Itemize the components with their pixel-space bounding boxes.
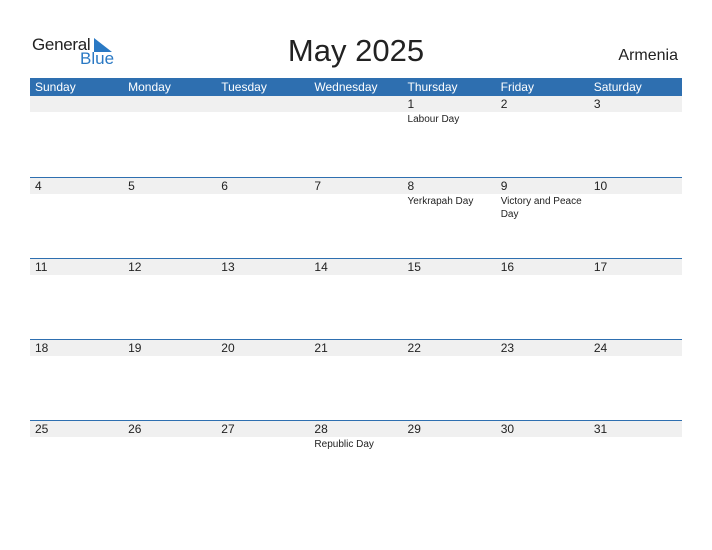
day-number: 30 [500,422,515,436]
day-cell: 25 [30,421,123,501]
day-cell: 17 [589,259,682,339]
day-cell: 28 Republic Day [309,421,402,501]
week-row: 25 26 27 28 Republic Day 29 30 31 [30,420,682,502]
country-label: Armenia [618,47,678,64]
day-number: 5 [128,179,135,193]
day-number: 14 [314,260,328,274]
day-number: 10 [593,179,608,193]
day-cell: 5 [123,178,216,258]
day-cell: 13 [216,259,309,339]
day-cell [309,96,402,176]
day-cell [30,96,123,176]
day-number: 20 [221,341,235,355]
day-number: 27 [221,422,235,436]
day-cell: 2 [496,96,589,176]
day-cell: 27 [216,421,309,501]
day-cell: 30 [496,421,589,501]
day-number: 12 [128,260,142,274]
day-cell: 6 [216,178,309,258]
day-number: 16 [500,260,515,274]
day-cell: 15 [403,259,496,339]
day-cell: 12 [123,259,216,339]
day-number: 29 [407,422,421,436]
day-cell: 29 [403,421,496,501]
calendar-title: May 2025 [287,33,425,68]
week-row: 4 5 6 7 8 Yerkrapah Day 9 Victory and Peace Day… [30,177,682,259]
holiday-label: Victory and Peace Day [500,196,582,220]
day-cell: 26 [123,421,216,501]
day-cell: 8 Yerkrapah Day [403,178,496,258]
day-number: 9 [500,179,508,193]
day-number: 22 [407,341,421,355]
day-cell: 20 [216,340,309,420]
day-cell: 14 [309,259,402,339]
weekday-saturday: Saturday [593,80,642,94]
day-cell: 22 [403,340,496,420]
day-cell: 1 Labour Day [403,96,496,176]
holiday-label: Yerkrapah Day [407,196,474,207]
holiday-label: Labour Day [407,114,460,125]
day-cell: 23 [496,340,589,420]
day-number: 1 [407,97,415,111]
day-cell: 10 [589,178,682,258]
day-number: 18 [35,341,49,355]
weekday-tuesday: Tuesday [221,80,267,94]
day-number: 17 [593,260,608,274]
day-number: 11 [35,260,48,274]
weekday-friday: Friday [500,80,534,94]
day-number: 8 [407,179,415,193]
day-number: 25 [35,422,49,436]
week-row: 11 12 13 14 15 16 17 [30,258,682,340]
day-cell [216,96,309,176]
day-number: 28 [314,422,328,436]
day-cell: 24 [589,340,682,420]
day-number: 3 [593,97,601,111]
day-cell [123,96,216,176]
weekday-monday: Monday [128,80,171,94]
day-number: 2 [500,97,508,111]
weekday-wednesday: Wednesday [314,80,378,94]
day-number: 21 [314,341,328,355]
week-row: 18 19 20 21 22 23 24 [30,339,682,421]
day-cell: 7 [309,178,402,258]
day-cell: 19 [123,340,216,420]
weekday-thursday: Thursday [407,80,458,94]
day-number: 26 [128,422,142,436]
day-number: 6 [221,179,228,193]
day-number: 19 [128,341,142,355]
week-row: 1 Labour Day 2 3 [30,96,682,177]
day-number: 23 [500,341,515,355]
day-number: 31 [593,422,608,436]
weekday-sunday: Sunday [35,80,76,94]
day-cell: 16 [496,259,589,339]
day-cell: 31 [589,421,682,501]
holiday-label: Republic Day [314,439,374,450]
day-number: 15 [407,260,421,274]
day-cell: 4 [30,178,123,258]
day-number: 13 [221,260,235,274]
day-cell: 3 [589,96,682,176]
day-cell: 21 [309,340,402,420]
day-number: 24 [593,341,608,355]
weekday-header: Sunday Monday Tuesday Wednesday Thursday… [30,78,682,96]
day-cell: 18 [30,340,123,420]
day-cell: 9 Victory and Peace Day [496,178,589,258]
day-cell: 11 [30,259,123,339]
day-number: 7 [314,179,322,193]
day-number: 4 [35,179,42,193]
